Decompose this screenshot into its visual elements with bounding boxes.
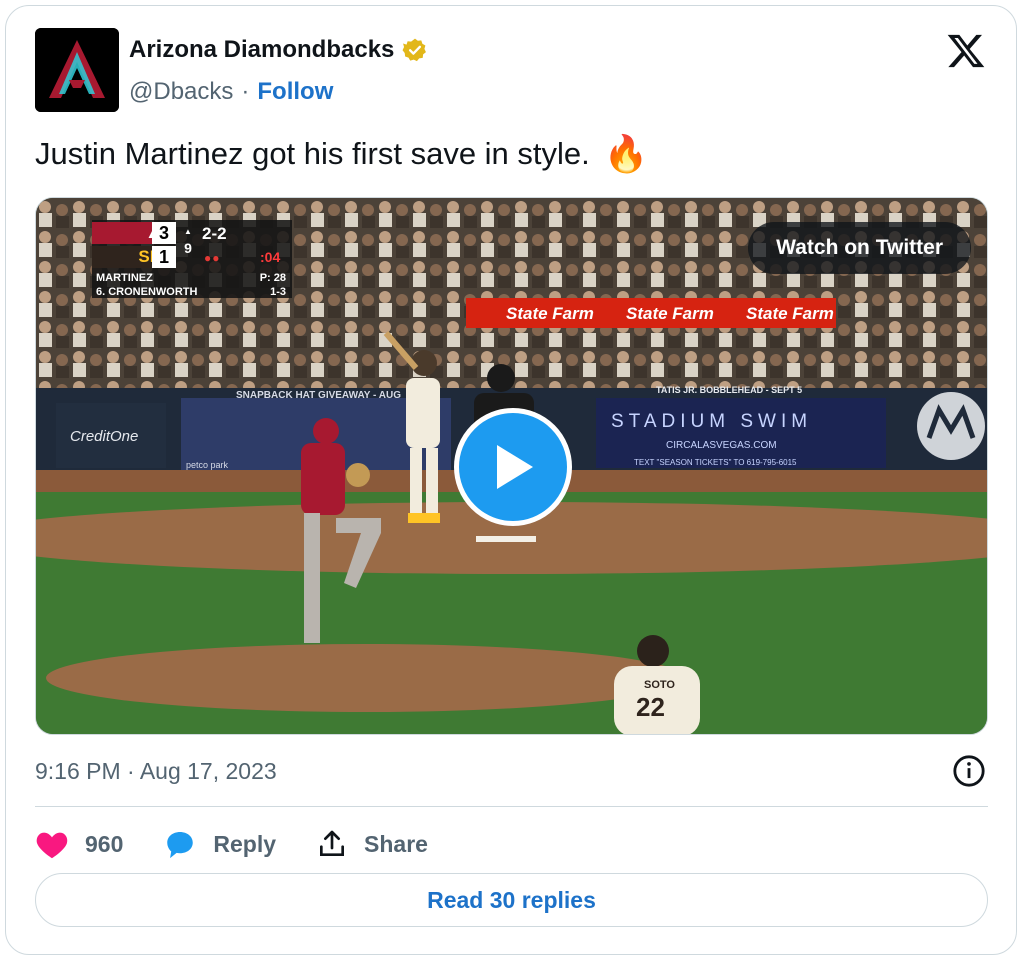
bobblehead-text: TATIS JR. BOBBLEHEAD - SEPT 5 (656, 385, 802, 395)
inning-number: 9 (184, 240, 192, 256)
tweet-card: Arizona Diamondbacks @Dbacks · Follow Ju… (5, 5, 1017, 955)
outs-indicator-icon: ●● (204, 251, 221, 265)
heart-icon (36, 832, 68, 859)
verified-badge-icon (402, 38, 427, 62)
season-tickets-text: TEXT "SEASON TICKETS" TO 619-795-6015 (634, 458, 797, 467)
pitch-clock: :04 (260, 249, 281, 265)
pitcher-name: MARTINEZ (96, 272, 153, 284)
reply-button[interactable]: Reply (163, 828, 276, 860)
petco-park-text: petco park (186, 460, 229, 470)
user-handle[interactable]: @Dbacks (129, 78, 233, 106)
stadium-swim-sign: STADIUM SWIM (611, 411, 812, 432)
tweet-body: Justin Martinez got his first save in st… (35, 136, 649, 172)
state-farm-sign-3: State Farm (746, 304, 834, 323)
pitch-count: P: 28 (259, 272, 286, 284)
state-farm-sign-2: State Farm (626, 304, 714, 323)
inning-top-arrow-icon: ▲ (184, 227, 192, 236)
dbacks-logo-icon (35, 28, 119, 112)
tweet-timestamp[interactable]: 9:16 PM · Aug 17, 2023 (35, 758, 277, 785)
ball-strike-count: 2-2 (202, 224, 227, 243)
batter-line: 1-3 (270, 286, 286, 298)
share-icon (320, 830, 345, 856)
reply-bubble-icon (167, 831, 194, 859)
share-label: Share (364, 830, 428, 857)
play-icon (497, 445, 533, 489)
circa-url-text: CIRCALASVEGAS.COM (666, 440, 777, 451)
watch-on-twitter-button[interactable]: Watch on Twitter (748, 222, 971, 274)
divider (35, 806, 988, 807)
jersey-name: SOTO (644, 679, 675, 691)
home-score: 1 (152, 246, 176, 268)
read-replies-button[interactable]: Read 30 replies (35, 873, 988, 927)
video-player[interactable]: State Farm State Farm State Farm CreditO… (35, 197, 988, 735)
reply-label: Reply (213, 830, 277, 857)
share-button[interactable]: Share (316, 828, 428, 860)
inning: ▲ 9 (180, 224, 196, 256)
like-count: 960 (85, 830, 124, 857)
away-score: 3 (152, 222, 176, 244)
x-logo-icon[interactable] (946, 31, 986, 71)
follow-button[interactable]: Follow (257, 78, 333, 106)
tweet-text: Justin Martinez got his first save in st… (35, 136, 590, 171)
handle-separator: · (241, 78, 250, 105)
hat-giveaway-text: SNAPBACK HAT GIVEAWAY - AUG (236, 390, 401, 401)
action-bar: 960 Reply Share (35, 824, 468, 864)
info-icon[interactable] (952, 754, 986, 788)
play-button[interactable] (454, 408, 572, 526)
jersey-number: 22 (636, 692, 665, 722)
credit-one-sign: CreditOne (70, 428, 138, 445)
batter-name: 6. CRONENWORTH (96, 286, 198, 298)
profile-avatar[interactable] (35, 28, 119, 112)
like-button[interactable]: 960 (35, 828, 123, 860)
state-farm-sign: State Farm (506, 304, 594, 323)
fire-emoji-icon: 🔥 (603, 133, 649, 174)
display-name[interactable]: Arizona Diamondbacks (129, 36, 394, 64)
scoreboard-overlay: ▲ SD 3 1 ▲ 9 2-2 ●● :04 MARTINEZ P: 28 6… (92, 220, 292, 298)
